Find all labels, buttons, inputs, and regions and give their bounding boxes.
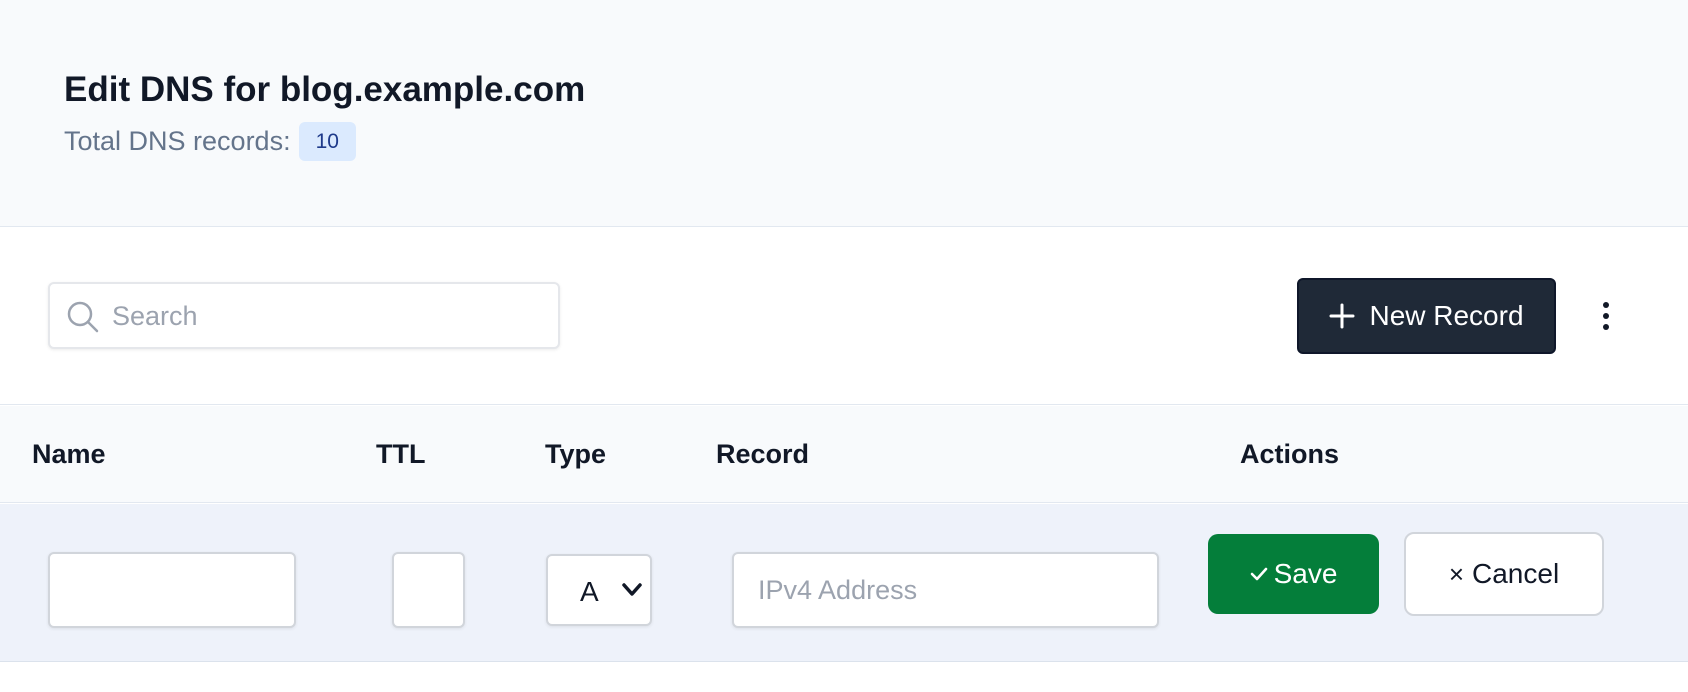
more-dot xyxy=(1603,324,1609,330)
more-dot xyxy=(1603,302,1609,308)
name-input[interactable] xyxy=(48,552,296,628)
close-icon: × xyxy=(1448,558,1464,589)
record-input[interactable] xyxy=(732,552,1159,628)
records-count-label: Total DNS records: xyxy=(64,126,291,156)
column-header-actions: Actions xyxy=(1240,439,1340,469)
search-icon xyxy=(67,301,99,333)
ttl-input[interactable] xyxy=(392,552,465,628)
search-box[interactable] xyxy=(48,282,560,349)
records-count-badge: 10 xyxy=(298,122,356,161)
records-summary: Total DNS records: 10 xyxy=(64,122,356,161)
more-vertical-icon[interactable] xyxy=(1594,288,1618,344)
save-button[interactable]: Save xyxy=(1208,534,1379,614)
column-header-ttl: TTL xyxy=(376,439,426,469)
page-header: Edit DNS for blog.example.com Total DNS … xyxy=(0,0,1688,227)
table-row-edit: A Save × Cancel xyxy=(0,504,1688,662)
toolbar: New Record xyxy=(0,228,1688,405)
plus-icon xyxy=(1329,303,1355,329)
save-label: Save xyxy=(1273,558,1338,589)
cancel-label: Cancel xyxy=(1472,558,1560,589)
column-header-type: Type xyxy=(545,439,607,469)
new-record-button[interactable]: New Record xyxy=(1297,278,1556,354)
table-header: Name TTL Type Record Actions xyxy=(0,406,1688,503)
page-title: Edit DNS for blog.example.com xyxy=(64,70,586,109)
check-icon xyxy=(1250,567,1267,581)
new-record-label: New Record xyxy=(1369,300,1524,331)
type-select-value: A xyxy=(580,576,599,607)
type-select[interactable]: A xyxy=(546,554,652,626)
search-input[interactable] xyxy=(112,294,542,338)
column-header-record: Record xyxy=(716,439,810,469)
more-dot xyxy=(1603,313,1609,319)
column-header-name: Name xyxy=(32,439,106,469)
chevron-down-icon xyxy=(622,583,642,596)
cancel-button[interactable]: × Cancel xyxy=(1404,532,1604,616)
